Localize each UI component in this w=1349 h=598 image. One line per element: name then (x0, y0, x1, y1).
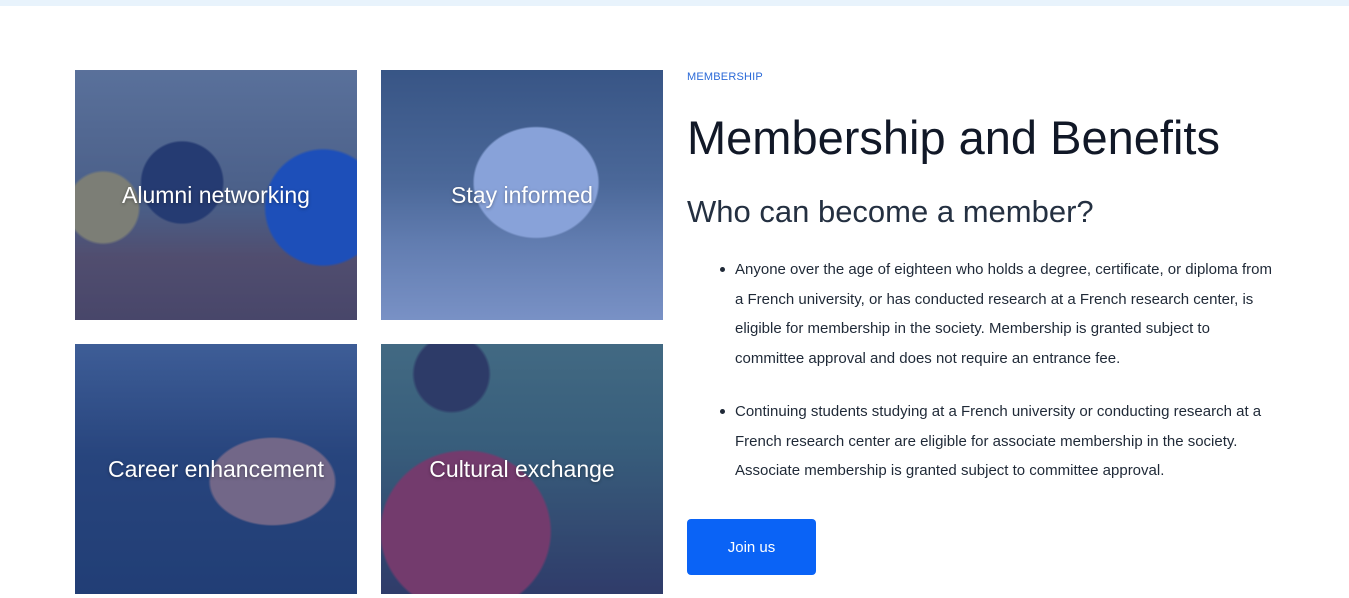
tile-career-enhancement[interactable]: Career enhancement (75, 344, 357, 594)
page-title: Membership and Benefits (687, 111, 1220, 164)
list-item-text: Anyone over the age of eighteen who hold… (735, 261, 1272, 367)
membership-section: MEMBERSHIP Membership and Benefits Who c… (687, 70, 1287, 510)
tile-label: Stay informed (451, 181, 593, 208)
list-item-text: Continuing students studying at a French… (735, 403, 1262, 479)
list-item: Continuing students studying at a French… (720, 397, 1280, 486)
tile-stay-informed[interactable]: Stay informed (381, 70, 663, 320)
top-strip (0, 0, 1349, 6)
tile-label: Alumni networking (122, 181, 310, 208)
tile-alumni-networking[interactable]: Alumni networking (75, 70, 357, 320)
section-eyebrow: MEMBERSHIP (687, 71, 763, 83)
list-item: Anyone over the age of eighteen who hold… (720, 255, 1280, 373)
tile-cultural-exchange[interactable]: Cultural exchange (381, 344, 663, 594)
bullet-icon (720, 267, 725, 272)
join-us-button[interactable]: Join us (687, 519, 816, 575)
tile-label: Cultural exchange (429, 455, 615, 482)
eligibility-list: Anyone over the age of eighteen who hold… (687, 255, 1287, 486)
section-subtitle: Who can become a member? (687, 194, 1094, 229)
tile-label: Career enhancement (107, 455, 325, 482)
bullet-icon (720, 409, 725, 414)
benefit-tiles-grid: Alumni networking Stay informed Career e… (75, 70, 663, 594)
